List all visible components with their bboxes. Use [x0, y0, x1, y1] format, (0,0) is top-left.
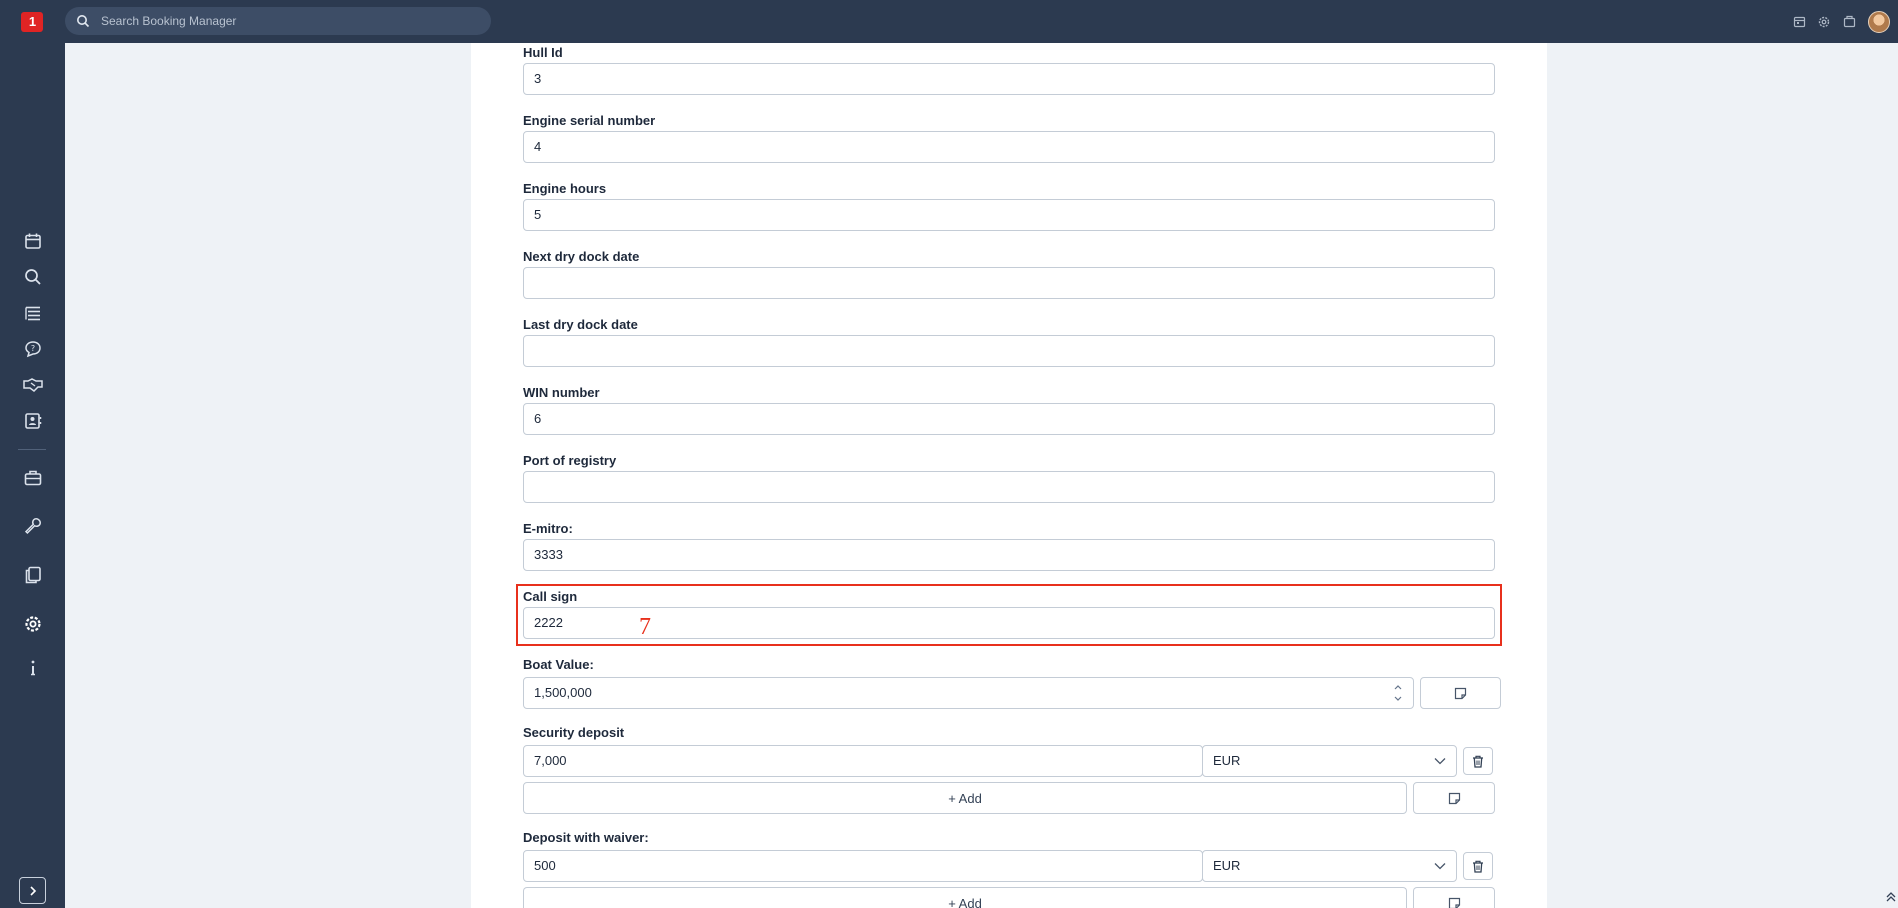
sidebar-expand-button[interactable] [19, 877, 46, 904]
trash-icon [1473, 860, 1483, 873]
call-sign-field: Call sign 2222 [523, 589, 1495, 639]
port-of-registry-field: Port of registry [523, 453, 1495, 503]
top-icons [1791, 0, 1898, 43]
boat-details-form: Hull Id 3 Engine serial number 4 Engine … [471, 43, 1547, 908]
chevron-down-icon [1434, 863, 1446, 870]
security-deposit-label: Security deposit [523, 725, 625, 740]
call-sign-label: Call sign [523, 589, 578, 604]
sidebar: ? [0, 43, 65, 908]
deposit-waiver-note-button[interactable] [1413, 887, 1495, 908]
boat-value-text: 1,500,000 [534, 685, 592, 700]
deposit-waiver-add-button[interactable]: + Add [523, 887, 1407, 908]
engine-serial-label: Engine serial number [523, 113, 656, 128]
boat-value-note-button[interactable] [1420, 677, 1501, 709]
number-spinner-icon[interactable] [1393, 681, 1403, 705]
deposit-waiver-field: Deposit with waiver: [523, 830, 1495, 846]
search-input[interactable] [101, 7, 481, 35]
currency-value: EUR [1213, 858, 1241, 873]
deposit-waiver-input[interactable]: 500 [523, 850, 1203, 882]
gear-icon[interactable] [1816, 14, 1832, 30]
contact-card-icon[interactable] [22, 410, 44, 432]
e-mitro-field: E-mitro: 3333 [523, 521, 1495, 571]
security-deposit-note-button[interactable] [1413, 782, 1495, 814]
hull-id-label: Hull Id [523, 45, 563, 60]
list-icon[interactable] [22, 302, 44, 324]
chevron-right-icon [29, 885, 36, 896]
note-icon [1448, 792, 1460, 804]
next-dry-dock-input[interactable] [523, 267, 1495, 299]
top-bar: 1 [0, 0, 1898, 43]
box-icon[interactable] [1841, 14, 1857, 30]
security-deposit-delete-button[interactable] [1463, 747, 1493, 775]
port-of-registry-input[interactable] [523, 471, 1495, 503]
search-icon [77, 15, 90, 28]
briefcase-icon[interactable] [22, 467, 44, 489]
chevron-down-icon [1434, 758, 1446, 765]
trash-icon [1473, 755, 1483, 768]
security-deposit-currency-select[interactable]: EUR [1202, 745, 1457, 777]
win-number-label: WIN number [523, 385, 600, 400]
search-icon[interactable] [22, 266, 44, 288]
chat-question-icon[interactable]: ? [22, 338, 44, 360]
deposit-waiver-delete-button[interactable] [1463, 852, 1493, 880]
boat-value-input[interactable]: 1,500,000 [523, 677, 1414, 709]
e-mitro-label: E-mitro: [523, 521, 573, 536]
calendar-icon[interactable] [1791, 14, 1807, 30]
documents-icon[interactable] [22, 564, 44, 586]
security-deposit-add-button[interactable]: + Add [523, 782, 1407, 814]
currency-value: EUR [1213, 753, 1241, 768]
last-dry-dock-input[interactable] [523, 335, 1495, 367]
wrench-icon[interactable] [22, 515, 44, 537]
security-deposit-field: Security deposit [523, 725, 1495, 741]
last-dry-dock-field: Last dry dock date [523, 317, 1495, 367]
handshake-icon[interactable] [22, 374, 44, 396]
info-icon[interactable] [22, 657, 44, 679]
engine-serial-input[interactable]: 4 [523, 131, 1495, 163]
engine-hours-field: Engine hours 5 [523, 181, 1495, 231]
last-dry-dock-label: Last dry dock date [523, 317, 638, 332]
gear-icon[interactable] [22, 613, 44, 635]
boat-value-field: Boat Value: [523, 657, 1495, 673]
app-logo[interactable]: 1 [21, 12, 43, 32]
win-number-input[interactable]: 6 [523, 403, 1495, 435]
next-dry-dock-label: Next dry dock date [523, 249, 640, 264]
port-of-registry-label: Port of registry [523, 453, 617, 468]
engine-serial-field: Engine serial number 4 [523, 113, 1495, 163]
win-number-field: WIN number 6 [523, 385, 1495, 435]
annotation-marker: 7 [639, 614, 651, 640]
call-sign-input[interactable]: 2222 [523, 607, 1495, 639]
hull-id-input[interactable]: 3 [523, 63, 1495, 95]
next-dry-dock-field: Next dry dock date [523, 249, 1495, 299]
calendar-icon[interactable] [22, 230, 44, 252]
hull-id-field: Hull Id 3 [523, 45, 1495, 95]
note-icon [1454, 687, 1467, 699]
deposit-waiver-label: Deposit with waiver: [523, 830, 649, 845]
search-bar[interactable] [65, 7, 491, 35]
security-deposit-input[interactable]: 7,000 [523, 745, 1203, 777]
svg-text:?: ? [31, 344, 35, 353]
scroll-to-top-icon[interactable] [1886, 890, 1896, 904]
note-icon [1448, 897, 1460, 908]
e-mitro-input[interactable]: 3333 [523, 539, 1495, 571]
avatar[interactable] [1868, 10, 1890, 33]
boat-value-label: Boat Value: [523, 657, 594, 672]
sidebar-divider [18, 449, 46, 450]
deposit-waiver-currency-select[interactable]: EUR [1202, 850, 1457, 882]
engine-hours-input[interactable]: 5 [523, 199, 1495, 231]
engine-hours-label: Engine hours [523, 181, 607, 196]
